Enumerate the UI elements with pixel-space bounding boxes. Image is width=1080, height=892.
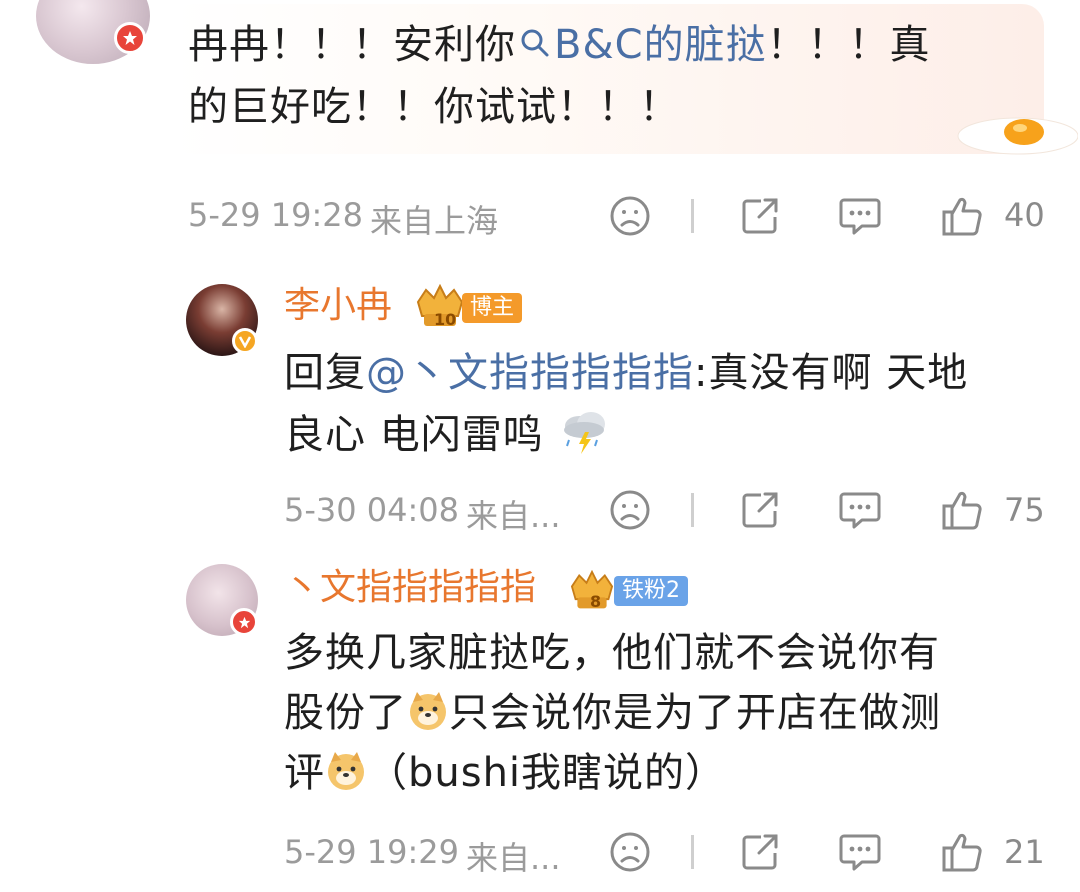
dislike-face-icon — [610, 490, 650, 530]
divider — [691, 493, 694, 527]
comment-icon — [839, 492, 881, 529]
verified-badge-icon — [230, 608, 258, 636]
like-count: 21 — [1004, 833, 1045, 871]
like-button[interactable] — [938, 828, 986, 876]
dislike-button[interactable] — [606, 486, 654, 534]
share-icon — [742, 492, 778, 528]
dislike-button[interactable] — [606, 828, 654, 876]
crown-badge-icon: 10 — [412, 283, 468, 334]
comment-button[interactable] — [836, 192, 884, 240]
doge-emoji-icon — [328, 752, 364, 790]
reply-time: 5-29 19:29 — [284, 833, 460, 871]
egg-icon — [938, 112, 1079, 162]
reply-text-line3: 评（bushi我瞎说的） — [284, 750, 727, 796]
divider — [691, 199, 694, 233]
share-button[interactable] — [736, 486, 784, 534]
reply-time: 5-30 04:08 — [284, 491, 460, 529]
share-icon — [742, 834, 778, 870]
comment-location: 来自上海 — [370, 202, 499, 240]
like-thumb-icon — [942, 491, 982, 530]
reply-location: 来自... — [466, 497, 561, 535]
like-button[interactable] — [938, 192, 986, 240]
comment-icon — [839, 198, 881, 235]
verified-badge-icon — [114, 22, 146, 54]
fan-level: 10 — [434, 310, 457, 329]
author-name[interactable]: 李小冉 — [284, 284, 392, 328]
fan-tag: 铁粉2 — [614, 576, 688, 606]
comment-button[interactable] — [836, 486, 884, 534]
like-thumb-icon — [942, 197, 982, 236]
share-icon — [742, 198, 778, 234]
avatar[interactable] — [186, 564, 258, 636]
reply-text: 回复@丶文指指指指指:真没有啊 天地 — [284, 350, 969, 396]
search-link-icon — [521, 29, 549, 57]
divider — [691, 835, 694, 869]
share-button[interactable] — [736, 828, 784, 876]
crown-badge-icon: 8 — [566, 569, 618, 616]
dislike-face-icon — [610, 832, 650, 872]
dislike-face-icon — [610, 196, 650, 236]
verified-badge-icon — [232, 328, 258, 354]
like-count: 75 — [1004, 491, 1045, 529]
doge-emoji-icon — [410, 692, 446, 730]
avatar[interactable] — [36, 0, 150, 64]
thunderstorm-emoji-icon — [564, 412, 606, 454]
reply-text-line2: 股份了 只会说你是为了开店在做测 — [284, 690, 941, 736]
link[interactable]: B&C的脏挞 — [516, 22, 767, 68]
dislike-button[interactable] — [606, 192, 654, 240]
like-thumb-icon — [942, 833, 982, 872]
comment-button[interactable] — [836, 828, 884, 876]
avatar[interactable] — [186, 284, 258, 356]
reply-location: 来自... — [466, 839, 561, 877]
comment-text: 冉冉！！！安利你 B&C的脏挞！！！真 — [188, 22, 931, 68]
blogger-tag: 博主 — [462, 293, 523, 323]
reply-text: 多换几家脏挞吃，他们就不会说你有 — [284, 630, 940, 676]
fan-level: 8 — [590, 592, 602, 611]
reply-text-line2: 良心 电闪雷鸣 — [284, 404, 611, 466]
comment-time: 5-29 19:28 — [188, 196, 364, 234]
comment-icon — [839, 834, 881, 871]
comment-text-line2: 的巨好吃！！你试试！！！ — [188, 84, 680, 130]
like-count: 40 — [1004, 196, 1045, 234]
mention-link[interactable]: @丶文指指指指指 — [366, 350, 694, 396]
like-button[interactable] — [938, 486, 986, 534]
author-name[interactable]: 丶文指指指指指 — [284, 566, 536, 610]
share-button[interactable] — [736, 192, 784, 240]
